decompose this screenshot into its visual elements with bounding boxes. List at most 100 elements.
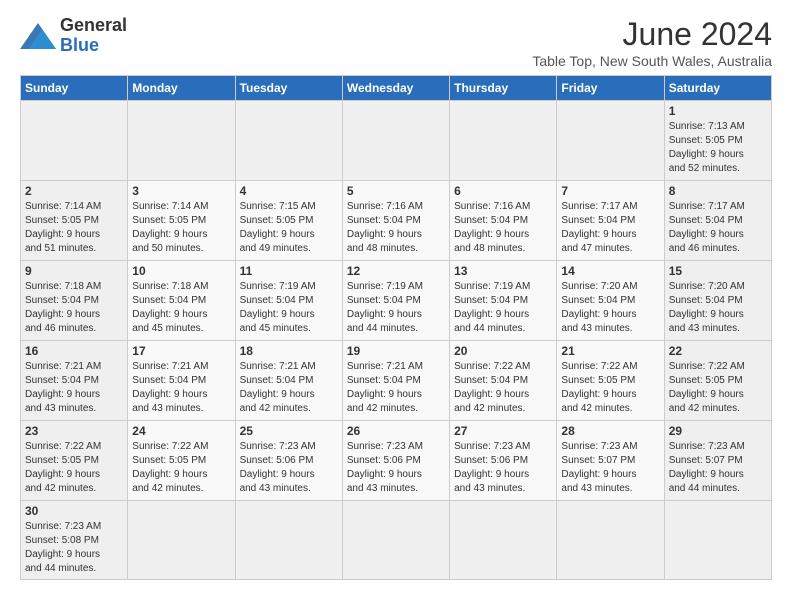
header: GeneralBlue June 2024 Table Top, New Sou… xyxy=(20,16,772,69)
calendar-cell: 12 Sunrise: 7:19 AM Sunset: 5:04 PM Dayli… xyxy=(342,261,449,341)
day-info: Sunrise: 7:23 AM Sunset: 5:06 PM Dayligh… xyxy=(240,440,338,496)
calendar-cell: 3 Sunrise: 7:14 AM Sunset: 5:05 PM Daylig… xyxy=(128,181,235,261)
day-info: Sunrise: 7:21 AM Sunset: 5:04 PM Dayligh… xyxy=(347,360,445,416)
logo-icon xyxy=(20,21,56,51)
calendar-cell xyxy=(450,101,557,181)
calendar-cell: 8Sunrise: 7:17 AM Sunset: 5:04 PM Daylig… xyxy=(664,181,771,261)
day-info: Sunrise: 7:21 AM Sunset: 5:04 PM Dayligh… xyxy=(240,360,338,416)
location-title: Table Top, New South Wales, Australia xyxy=(532,53,772,69)
calendar-cell: 14 Sunrise: 7:20 AM Sunset: 5:04 PM Dayli… xyxy=(557,261,664,341)
day-info: Sunrise: 7:14 AM Sunset: 5:05 PM Dayligh… xyxy=(25,200,123,256)
calendar-cell: 2 Sunrise: 7:14 AM Sunset: 5:05 PM Daylig… xyxy=(21,181,128,261)
title-block: June 2024 Table Top, New South Wales, Au… xyxy=(532,16,772,69)
calendar-week-1: 1 Sunrise: 7:13 AM Sunset: 5:05 PM Daylig… xyxy=(21,101,772,181)
day-number: 15 xyxy=(669,264,767,278)
day-info: Sunrise: 7:21 AM Sunset: 5:04 PM Dayligh… xyxy=(132,360,230,416)
calendar-cell: 22 Sunrise: 7:22 AM Sunset: 5:05 PM Dayli… xyxy=(664,341,771,421)
day-number: 18 xyxy=(240,344,338,358)
calendar-week-2: 2 Sunrise: 7:14 AM Sunset: 5:05 PM Daylig… xyxy=(21,181,772,261)
day-info: Sunrise: 7:16 AM Sunset: 5:04 PM Dayligh… xyxy=(454,200,552,256)
day-info: Sunrise: 7:22 AM Sunset: 5:05 PM Dayligh… xyxy=(669,360,767,416)
day-info: Sunrise: 7:13 AM Sunset: 5:05 PM Dayligh… xyxy=(669,120,767,176)
month-title: June 2024 xyxy=(532,16,772,53)
calendar-cell xyxy=(664,501,771,580)
calendar-cell: 15 Sunrise: 7:20 AM Sunset: 5:04 PM Dayli… xyxy=(664,261,771,341)
day-number: 26 xyxy=(347,424,445,438)
day-number: 12 xyxy=(347,264,445,278)
day-info: Sunrise: 7:22 AM Sunset: 5:05 PM Dayligh… xyxy=(132,440,230,496)
day-info: Sunrise: 7:23 AM Sunset: 5:07 PM Dayligh… xyxy=(669,440,767,496)
day-info: Sunrise: 7:19 AM Sunset: 5:04 PM Dayligh… xyxy=(454,280,552,336)
day-info: Sunrise: 7:19 AM Sunset: 5:04 PM Dayligh… xyxy=(240,280,338,336)
day-number: 1 xyxy=(669,104,767,118)
day-number: 10 xyxy=(132,264,230,278)
day-info: Sunrise: 7:23 AM Sunset: 5:08 PM Dayligh… xyxy=(25,520,123,576)
day-info: Sunrise: 7:22 AM Sunset: 5:04 PM Dayligh… xyxy=(454,360,552,416)
day-info: Sunrise: 7:18 AM Sunset: 5:04 PM Dayligh… xyxy=(132,280,230,336)
calendar-cell xyxy=(557,101,664,181)
calendar-cell xyxy=(21,101,128,181)
calendar-week-6: 30 Sunrise: 7:23 AM Sunset: 5:08 PM Dayli… xyxy=(21,501,772,580)
day-number: 22 xyxy=(669,344,767,358)
day-info: Sunrise: 7:14 AM Sunset: 5:05 PM Dayligh… xyxy=(132,200,230,256)
calendar-cell: 13 Sunrise: 7:19 AM Sunset: 5:04 PM Dayli… xyxy=(450,261,557,341)
day-info: Sunrise: 7:21 AM Sunset: 5:04 PM Dayligh… xyxy=(25,360,123,416)
calendar-cell: 28Sunrise: 7:23 AM Sunset: 5:07 PM Dayli… xyxy=(557,421,664,501)
calendar-cell: 5 Sunrise: 7:16 AM Sunset: 5:04 PM Daylig… xyxy=(342,181,449,261)
calendar-cell: 26 Sunrise: 7:23 AM Sunset: 5:06 PM Dayli… xyxy=(342,421,449,501)
day-number: 13 xyxy=(454,264,552,278)
column-header-friday: Friday xyxy=(557,76,664,101)
day-number: 3 xyxy=(132,184,230,198)
day-number: 25 xyxy=(240,424,338,438)
day-info: Sunrise: 7:17 AM Sunset: 5:04 PM Dayligh… xyxy=(669,200,767,256)
day-info: Sunrise: 7:17 AM Sunset: 5:04 PM Dayligh… xyxy=(561,200,659,256)
day-number: 24 xyxy=(132,424,230,438)
column-header-tuesday: Tuesday xyxy=(235,76,342,101)
day-info: Sunrise: 7:23 AM Sunset: 5:06 PM Dayligh… xyxy=(454,440,552,496)
day-info: Sunrise: 7:20 AM Sunset: 5:04 PM Dayligh… xyxy=(561,280,659,336)
day-info: Sunrise: 7:16 AM Sunset: 5:04 PM Dayligh… xyxy=(347,200,445,256)
logo: GeneralBlue xyxy=(20,16,127,56)
column-header-saturday: Saturday xyxy=(664,76,771,101)
calendar-cell: 6 Sunrise: 7:16 AM Sunset: 5:04 PM Daylig… xyxy=(450,181,557,261)
calendar-cell: 20 Sunrise: 7:22 AM Sunset: 5:04 PM Dayli… xyxy=(450,341,557,421)
day-number: 7 xyxy=(561,184,659,198)
calendar-cell xyxy=(128,101,235,181)
day-info: Sunrise: 7:19 AM Sunset: 5:04 PM Dayligh… xyxy=(347,280,445,336)
column-header-monday: Monday xyxy=(128,76,235,101)
calendar-cell: 23 Sunrise: 7:22 AM Sunset: 5:05 PM Dayli… xyxy=(21,421,128,501)
calendar-week-4: 16Sunrise: 7:21 AM Sunset: 5:04 PM Dayli… xyxy=(21,341,772,421)
day-number: 20 xyxy=(454,344,552,358)
day-number: 6 xyxy=(454,184,552,198)
calendar-cell: 17 Sunrise: 7:21 AM Sunset: 5:04 PM Dayli… xyxy=(128,341,235,421)
day-info: Sunrise: 7:22 AM Sunset: 5:05 PM Dayligh… xyxy=(25,440,123,496)
day-number: 19 xyxy=(347,344,445,358)
day-info: Sunrise: 7:23 AM Sunset: 5:06 PM Dayligh… xyxy=(347,440,445,496)
calendar-cell: 9Sunrise: 7:18 AM Sunset: 5:04 PM Daylig… xyxy=(21,261,128,341)
day-number: 29 xyxy=(669,424,767,438)
day-number: 9 xyxy=(25,264,123,278)
calendar-week-3: 9 Sunrise: 7:18 AM Sunset: 5:04 PM Daylig… xyxy=(21,261,772,341)
day-number: 4 xyxy=(240,184,338,198)
day-number: 17 xyxy=(132,344,230,358)
calendar-cell xyxy=(342,501,449,580)
calendar-cell: 27Sunrise: 7:23 AM Sunset: 5:06 PM Dayli… xyxy=(450,421,557,501)
calendar-week-5: 23 Sunrise: 7:22 AM Sunset: 5:05 PM Dayli… xyxy=(21,421,772,501)
day-number: 30 xyxy=(25,504,123,518)
calendar-cell: 4 Sunrise: 7:15 AM Sunset: 5:05 PM Daylig… xyxy=(235,181,342,261)
calendar-cell xyxy=(235,501,342,580)
day-number: 2 xyxy=(25,184,123,198)
day-number: 5 xyxy=(347,184,445,198)
calendar-cell xyxy=(557,501,664,580)
day-info: Sunrise: 7:20 AM Sunset: 5:04 PM Dayligh… xyxy=(669,280,767,336)
calendar-cell xyxy=(450,501,557,580)
day-info: Sunrise: 7:15 AM Sunset: 5:05 PM Dayligh… xyxy=(240,200,338,256)
day-number: 23 xyxy=(25,424,123,438)
day-info: Sunrise: 7:22 AM Sunset: 5:05 PM Dayligh… xyxy=(561,360,659,416)
day-number: 14 xyxy=(561,264,659,278)
logo-text: GeneralBlue xyxy=(60,16,127,56)
calendar-cell: 7 Sunrise: 7:17 AM Sunset: 5:04 PM Daylig… xyxy=(557,181,664,261)
calendar-table: SundayMondayTuesdayWednesdayThursdayFrid… xyxy=(20,75,772,580)
calendar-cell: 30 Sunrise: 7:23 AM Sunset: 5:08 PM Dayli… xyxy=(21,501,128,580)
column-header-sunday: Sunday xyxy=(21,76,128,101)
